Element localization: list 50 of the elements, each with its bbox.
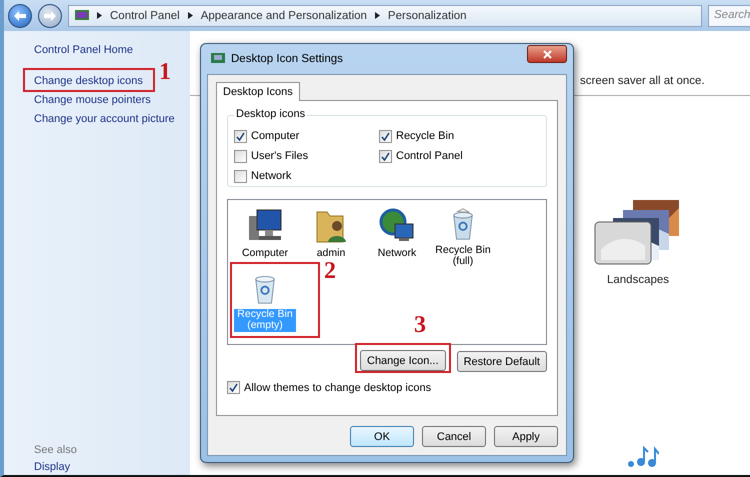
music-notes-icon (625, 446, 659, 468)
sidebar-link[interactable]: Change mouse pointers (30, 93, 190, 107)
close-button[interactable] (527, 45, 567, 63)
address-bar[interactable]: Control Panel Appearance and Personalization Personalization (68, 4, 702, 26)
checkbox[interactable] (379, 130, 392, 142)
chevron-icon (188, 12, 193, 19)
group-label: Desktop icons (234, 108, 308, 120)
step-number: 2 (324, 258, 336, 285)
see-also-heading: See also (33, 444, 78, 456)
dialog-button[interactable]: Cancel (422, 426, 486, 447)
checkbox-label: Allow themes to change desktop icons (244, 382, 432, 394)
dialog-button[interactable]: Apply (494, 426, 558, 447)
dialog-icon (211, 53, 225, 65)
checkbox-label: User's Files (251, 150, 308, 162)
checkbox-label: Computer (251, 130, 300, 142)
sidebar-link[interactable]: Control Panel Home (30, 43, 190, 57)
forward-button[interactable] (38, 4, 62, 28)
back-button[interactable] (8, 4, 32, 28)
breadcrumb[interactable]: Appearance and Personalization (200, 10, 367, 22)
checkbox[interactable] (234, 150, 247, 162)
checkbox[interactable] (227, 381, 240, 394)
breadcrumb[interactable]: Personalization (388, 10, 467, 22)
icon-label[interactable]: admin (300, 248, 362, 260)
description-text: screen saver all at once. (579, 75, 706, 87)
checkbox[interactable] (234, 130, 247, 142)
step-number: 1 (159, 59, 171, 86)
step-number: 3 (414, 312, 426, 339)
checkbox-label: Control Panel (396, 150, 463, 162)
dialog-button[interactable]: Change Icon... (360, 350, 446, 371)
checkbox-label: Network (251, 170, 292, 182)
sidebar-link[interactable]: Change your account picture (30, 112, 190, 126)
dialog-button[interactable]: Restore Default (456, 351, 547, 372)
checkbox[interactable] (234, 170, 247, 182)
breadcrumb[interactable]: Control Panel (110, 10, 180, 22)
chevron-icon (97, 12, 102, 19)
checkbox[interactable] (379, 150, 392, 162)
sidebar-link[interactable]: Display (30, 461, 190, 474)
arrow-icon (44, 10, 56, 20)
control-panel-icon (75, 10, 89, 22)
chevron-icon (374, 12, 380, 19)
theme-label: Landscapes (606, 274, 670, 286)
arrow-icon (14, 10, 26, 20)
tab[interactable]: Desktop Icons (216, 82, 300, 101)
checkbox-label: Recycle Bin (396, 130, 454, 142)
close-icon (542, 50, 552, 58)
icon-label[interactable]: Computer (234, 248, 296, 260)
dialog-title: Desktop Icon Settings (231, 53, 343, 65)
icon-label[interactable]: Network (366, 248, 428, 260)
dialog-button[interactable]: OK (350, 426, 414, 447)
icon-label[interactable]: Recycle Bin (full) (432, 244, 494, 268)
